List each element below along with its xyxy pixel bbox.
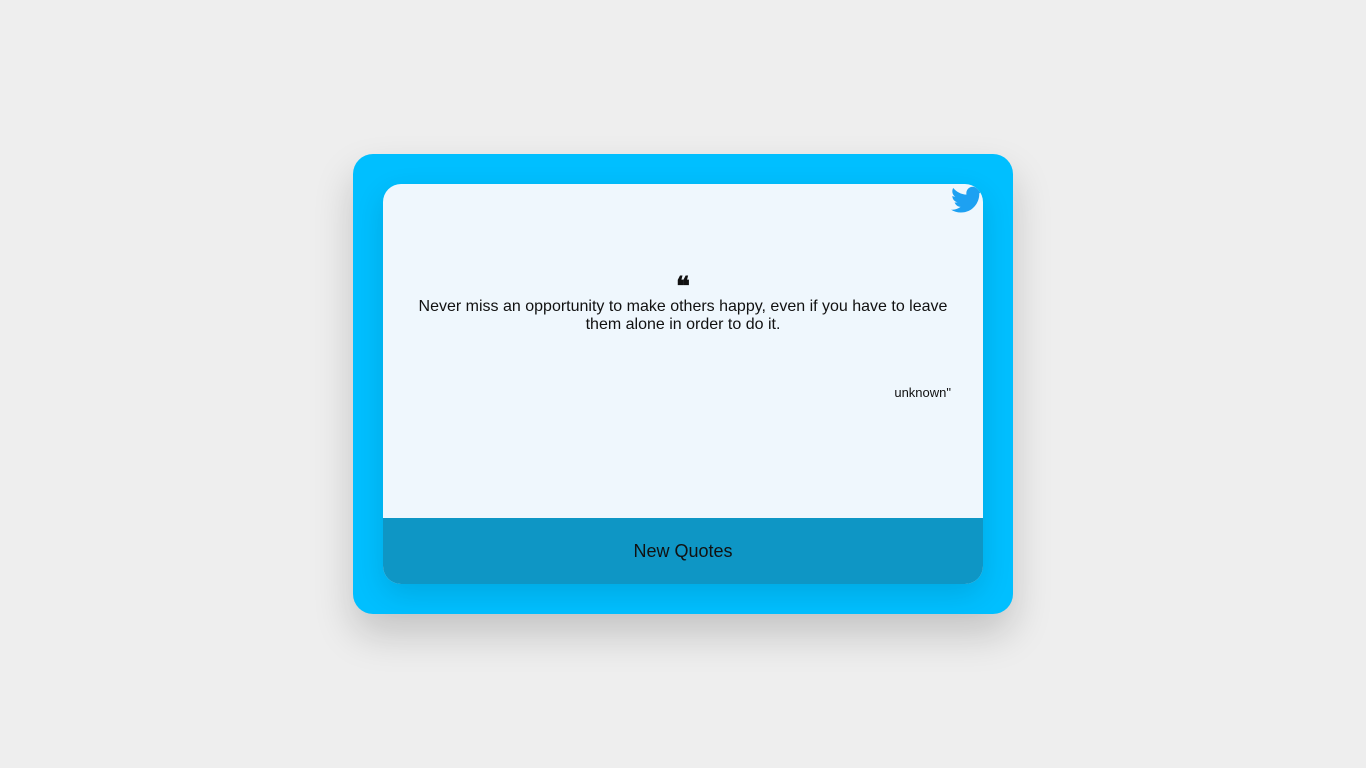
quote-mark-icon: ❝ (676, 272, 690, 302)
new-quote-button[interactable]: New Quotes (383, 518, 983, 584)
quote-text: Never miss an opportunity to make others… (418, 298, 948, 333)
twitter-icon[interactable] (951, 186, 983, 214)
quote-author: unknown" (894, 385, 951, 400)
quote-card-frame: ❝ Never miss an opportunity to make othe… (353, 154, 1013, 614)
quote-block: ❝ Never miss an opportunity to make othe… (413, 272, 953, 334)
quote-card: ❝ Never miss an opportunity to make othe… (383, 184, 983, 584)
